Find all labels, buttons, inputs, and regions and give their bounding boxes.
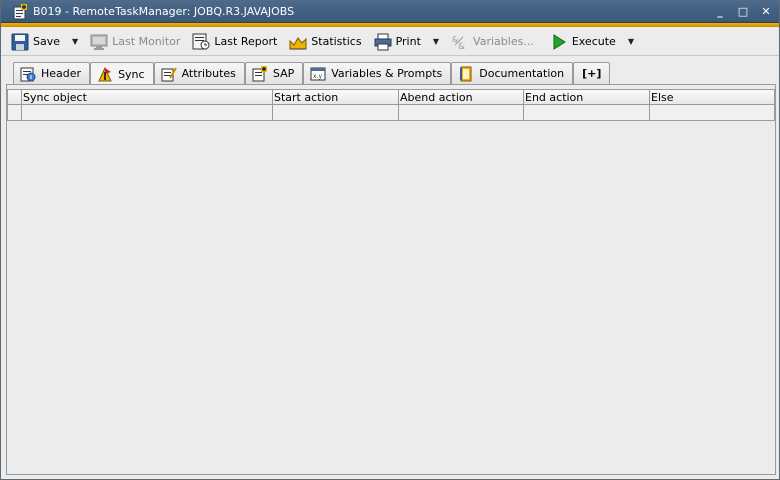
header-icon — [20, 66, 36, 82]
tab-attributes-label: Attributes — [181, 67, 236, 80]
column-header-else[interactable]: Else — [650, 89, 775, 105]
execute-label: Execute — [571, 35, 616, 48]
print-dropdown-arrow[interactable]: ▼ — [433, 37, 439, 46]
abend-action-cell[interactable] — [399, 105, 524, 121]
printer-icon — [374, 33, 392, 51]
title-accent-line — [1, 23, 779, 27]
tab-header-label: Header — [41, 67, 82, 80]
column-header-start-action[interactable]: Start action — [273, 89, 399, 105]
start-action-cell[interactable] — [273, 105, 399, 121]
tab-attributes[interactable]: Attributes — [153, 62, 245, 84]
statistics-button[interactable]: Statistics — [285, 31, 365, 53]
sync-icon — [97, 66, 113, 82]
execute-button[interactable]: Execute — [546, 31, 620, 53]
report-icon — [192, 33, 210, 51]
maximize-button[interactable]: □ — [736, 4, 750, 18]
statistics-chart-icon — [289, 33, 307, 51]
toolbar: Save ▼ Last Monitor Last Report Statisti… — [1, 28, 779, 56]
variables-button[interactable]: & & Variables... — [447, 31, 538, 53]
save-label: Save — [33, 35, 61, 48]
variables-label: Variables... — [473, 35, 534, 48]
last-report-button[interactable]: Last Report — [188, 31, 281, 53]
variables-icon: & & — [451, 33, 469, 52]
tab-variables-prompts-label: Variables & Prompts — [331, 67, 443, 80]
documentation-icon — [458, 66, 474, 82]
job-icon — [12, 3, 28, 20]
title-bar[interactable]: B019 - RemoteTaskManager: JOBQ.R3.JAVAJO… — [1, 1, 779, 23]
floppy-disk-icon — [11, 33, 29, 51]
tab-documentation[interactable]: Documentation — [451, 62, 574, 84]
save-dropdown-arrow[interactable]: ▼ — [72, 37, 78, 46]
svg-text:x.y: x.y — [313, 73, 322, 80]
row-header[interactable] — [7, 105, 22, 121]
window-title: B019 - RemoteTaskManager: JOBQ.R3.JAVAJO… — [33, 5, 295, 18]
else-cell[interactable] — [650, 105, 775, 121]
svg-text:&: & — [458, 42, 465, 51]
sync-table: Sync object Start action Abend action En… — [7, 89, 775, 121]
row-header-corner[interactable] — [7, 89, 22, 105]
column-header-abend-action[interactable]: Abend action — [399, 89, 524, 105]
app-window: B019 - RemoteTaskManager: JOBQ.R3.JAVAJO… — [0, 0, 780, 480]
tab-sap-label: SAP — [272, 67, 295, 80]
tab-sap[interactable]: SAP — [244, 62, 304, 84]
sap-icon — [252, 65, 268, 82]
column-header-sync-object[interactable]: Sync object — [22, 89, 273, 105]
column-header-end-action[interactable]: End action — [524, 89, 650, 105]
sync-panel: Sync object Start action Abend action En… — [6, 84, 776, 475]
tab-variables-prompts[interactable]: x.y Variables & Prompts — [303, 62, 452, 84]
close-button[interactable]: ✕ — [759, 4, 773, 18]
variables-prompts-icon: x.y — [310, 66, 326, 82]
sync-object-cell[interactable] — [22, 105, 273, 121]
tab-documentation-label: Documentation — [479, 67, 565, 80]
end-action-cell[interactable] — [524, 105, 650, 121]
play-icon — [550, 33, 568, 51]
tab-sync-label: Sync — [118, 67, 145, 81]
tab-add[interactable]: [+] — [573, 62, 611, 84]
tab-bar: Header Sync Attributes SAP x.y Variables… — [13, 61, 611, 85]
table-header-row: Sync object Start action Abend action En… — [7, 89, 775, 105]
last-monitor-button[interactable]: Last Monitor — [86, 31, 184, 53]
print-label: Print — [395, 35, 421, 48]
last-report-label: Last Report — [214, 35, 278, 48]
minimize-button[interactable]: _ — [713, 4, 727, 18]
save-button[interactable]: Save — [7, 31, 64, 53]
monitor-icon — [90, 33, 108, 51]
tab-header[interactable]: Header — [13, 62, 91, 84]
statistics-label: Statistics — [311, 35, 362, 48]
attributes-icon — [161, 66, 177, 82]
table-row[interactable] — [7, 105, 775, 121]
execute-dropdown-arrow[interactable]: ▼ — [628, 37, 634, 46]
tab-sync[interactable]: Sync — [90, 62, 154, 85]
print-button[interactable]: Print — [370, 31, 425, 53]
last-monitor-label: Last Monitor — [112, 35, 181, 48]
add-tab-icon: [+] — [582, 67, 602, 80]
